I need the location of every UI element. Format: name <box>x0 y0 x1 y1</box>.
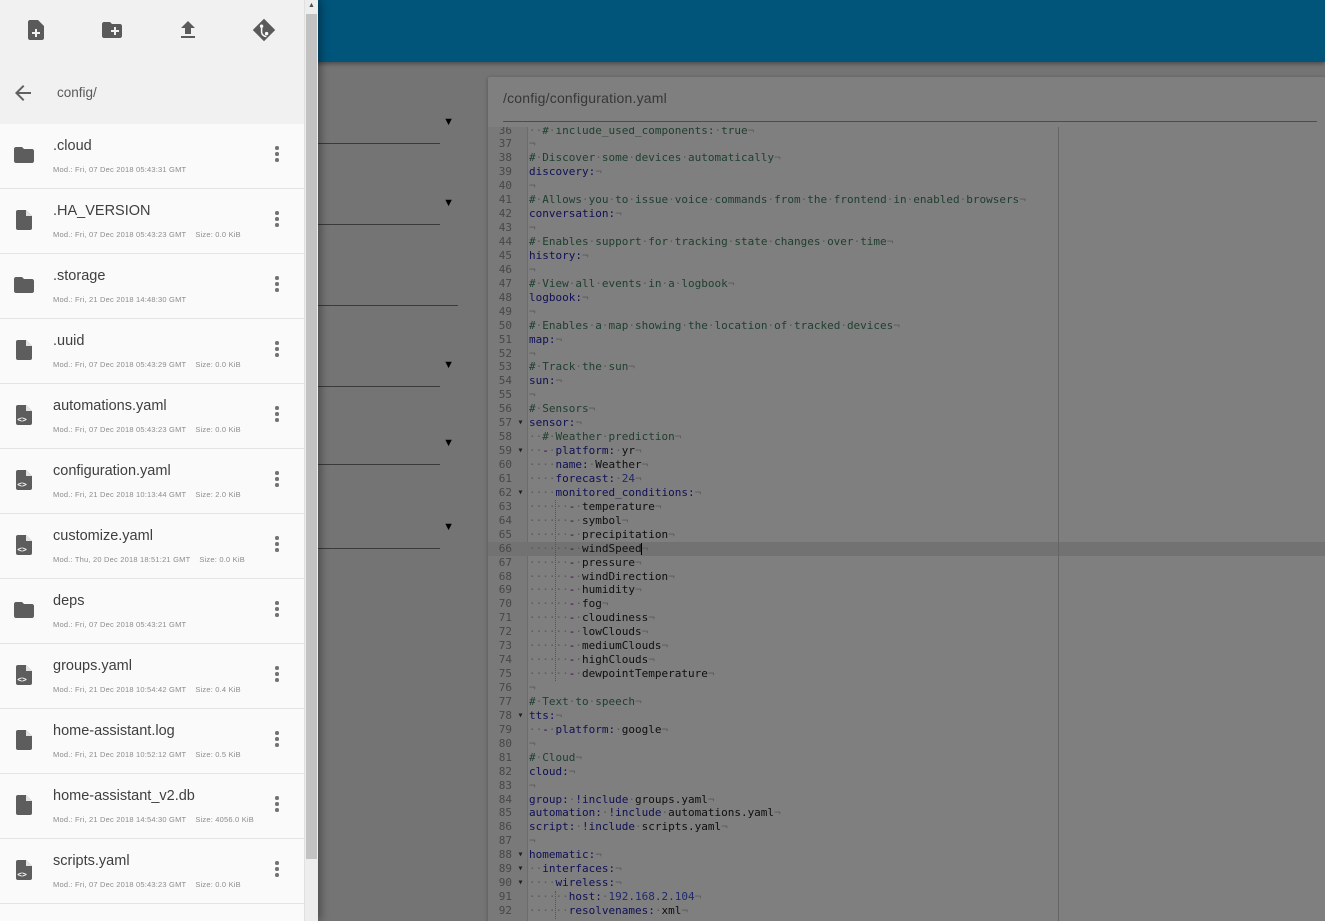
svg-text:<>: <> <box>17 415 27 424</box>
file-name: .HA_VERSION <box>53 203 151 219</box>
drawer-header: config/ <box>0 0 304 125</box>
svg-text:<>: <> <box>17 870 27 879</box>
file-icon <box>12 208 36 232</box>
file-item[interactable]: home-assistant.log Mod.: Fri, 21 Dec 2018… <box>0 709 304 774</box>
code-icon: <> <box>12 533 36 557</box>
new-folder-button[interactable] <box>99 17 125 43</box>
file-list: .cloud Mod.: Fri, 07 Dec 2018 05:43:31 GM… <box>0 124 304 904</box>
file-name: groups.yaml <box>53 658 132 674</box>
file-name: .cloud <box>53 138 92 154</box>
file-name: .uuid <box>53 333 85 349</box>
file-item[interactable]: .storage Mod.: Fri, 21 Dec 2018 14:48:30 … <box>0 254 304 319</box>
file-item[interactable]: <> configuration.yaml Mod.: Fri, 21 Dec 20… <box>0 449 304 514</box>
folder-icon <box>12 273 36 297</box>
file-browser-drawer: config/ .cloud Mod.: Fri, 07 Dec 2018 05:… <box>0 0 318 921</box>
file-meta: Mod.: Fri, 21 Dec 2018 10:52:12 GMT Size:… <box>53 750 241 759</box>
folder-icon <box>12 143 36 167</box>
code-icon: <> <box>12 858 36 882</box>
breadcrumb-row: config/ <box>0 80 304 108</box>
kebab-menu-button[interactable] <box>268 334 286 364</box>
file-meta: Mod.: Fri, 21 Dec 2018 14:54:30 GMT Size:… <box>53 815 254 824</box>
file-meta: Mod.: Fri, 21 Dec 2018 10:13:44 GMT Size:… <box>53 490 241 499</box>
new-file-icon <box>23 18 49 42</box>
file-meta: Mod.: Fri, 07 Dec 2018 05:43:31 GMT <box>53 165 187 174</box>
file-name: home-assistant_v2.db <box>53 788 195 804</box>
git-button[interactable] <box>251 17 277 43</box>
file-meta: Mod.: Fri, 07 Dec 2018 05:43:23 GMT Size:… <box>53 880 241 889</box>
kebab-menu-button[interactable] <box>268 269 286 299</box>
file-meta: Mod.: Fri, 07 Dec 2018 05:43:23 GMT Size:… <box>53 425 241 434</box>
file-icon <box>12 728 36 752</box>
folder-icon <box>12 598 36 622</box>
back-button[interactable] <box>10 81 36 107</box>
upload-icon <box>175 18 201 42</box>
file-name: home-assistant.log <box>53 723 175 739</box>
file-item[interactable]: <> groups.yaml Mod.: Fri, 21 Dec 2018 10:5… <box>0 644 304 709</box>
file-meta: Mod.: Fri, 07 Dec 2018 05:43:23 GMT Size:… <box>53 230 241 239</box>
kebab-menu-button[interactable] <box>268 789 286 819</box>
code-icon: <> <box>12 663 36 687</box>
drawer-scrollbar[interactable]: ▲ <box>304 0 318 921</box>
file-item[interactable]: <> customize.yaml Mod.: Thu, 20 Dec 2018 1… <box>0 514 304 579</box>
drawer-toolbar <box>0 17 304 43</box>
kebab-menu-button[interactable] <box>268 594 286 624</box>
kebab-menu-button[interactable] <box>268 399 286 429</box>
file-icon <box>12 338 36 362</box>
file-item[interactable]: home-assistant_v2.db Mod.: Fri, 21 Dec 20… <box>0 774 304 839</box>
file-name: deps <box>53 593 85 609</box>
svg-text:<>: <> <box>17 480 27 489</box>
file-name: configuration.yaml <box>53 463 171 479</box>
file-icon <box>12 793 36 817</box>
new-folder-icon <box>99 18 125 42</box>
breadcrumb: config/ <box>57 85 97 100</box>
scrollbar-up-icon[interactable]: ▲ <box>305 2 318 9</box>
file-name: scripts.yaml <box>53 853 130 869</box>
kebab-menu-button[interactable] <box>268 724 286 754</box>
svg-text:<>: <> <box>17 545 27 554</box>
code-icon: <> <box>12 403 36 427</box>
git-branch-icon <box>251 18 277 42</box>
file-item[interactable]: .HA_VERSION Mod.: Fri, 07 Dec 2018 05:43:… <box>0 189 304 254</box>
kebab-menu-button[interactable] <box>268 529 286 559</box>
app-root: ▼ ▼ ▼ ▼ ▼ /config/configuration.yaml 36·… <box>0 0 1325 921</box>
file-meta: Mod.: Fri, 07 Dec 2018 05:43:21 GMT <box>53 620 187 629</box>
file-meta: Mod.: Fri, 07 Dec 2018 05:43:29 GMT Size:… <box>53 360 241 369</box>
file-item[interactable]: deps Mod.: Fri, 07 Dec 2018 05:43:21 GMT <box>0 579 304 644</box>
file-name: customize.yaml <box>53 528 153 544</box>
kebab-menu-button[interactable] <box>268 464 286 494</box>
kebab-menu-button[interactable] <box>268 139 286 169</box>
file-meta: Mod.: Fri, 21 Dec 2018 10:54:42 GMT Size:… <box>53 685 241 694</box>
arrow-back-icon <box>11 85 35 108</box>
upload-button[interactable] <box>175 17 201 43</box>
file-item[interactable]: .cloud Mod.: Fri, 07 Dec 2018 05:43:31 GM… <box>0 124 304 189</box>
kebab-menu-button[interactable] <box>268 204 286 234</box>
scrollbar-thumb[interactable] <box>306 14 317 859</box>
file-item[interactable]: <> scripts.yaml Mod.: Fri, 07 Dec 2018 05:… <box>0 839 304 904</box>
file-item[interactable]: .uuid Mod.: Fri, 07 Dec 2018 05:43:29 GMT… <box>0 319 304 384</box>
file-item[interactable]: <> automations.yaml Mod.: Fri, 07 Dec 2018… <box>0 384 304 449</box>
kebab-menu-button[interactable] <box>268 854 286 884</box>
file-name: automations.yaml <box>53 398 167 414</box>
file-meta: Mod.: Thu, 20 Dec 2018 18:51:21 GMT Size:… <box>53 555 245 564</box>
new-file-button[interactable] <box>23 17 49 43</box>
code-icon: <> <box>12 468 36 492</box>
kebab-menu-button[interactable] <box>268 659 286 689</box>
file-name: .storage <box>53 268 106 284</box>
svg-text:<>: <> <box>17 675 27 684</box>
file-meta: Mod.: Fri, 21 Dec 2018 14:48:30 GMT <box>53 295 187 304</box>
